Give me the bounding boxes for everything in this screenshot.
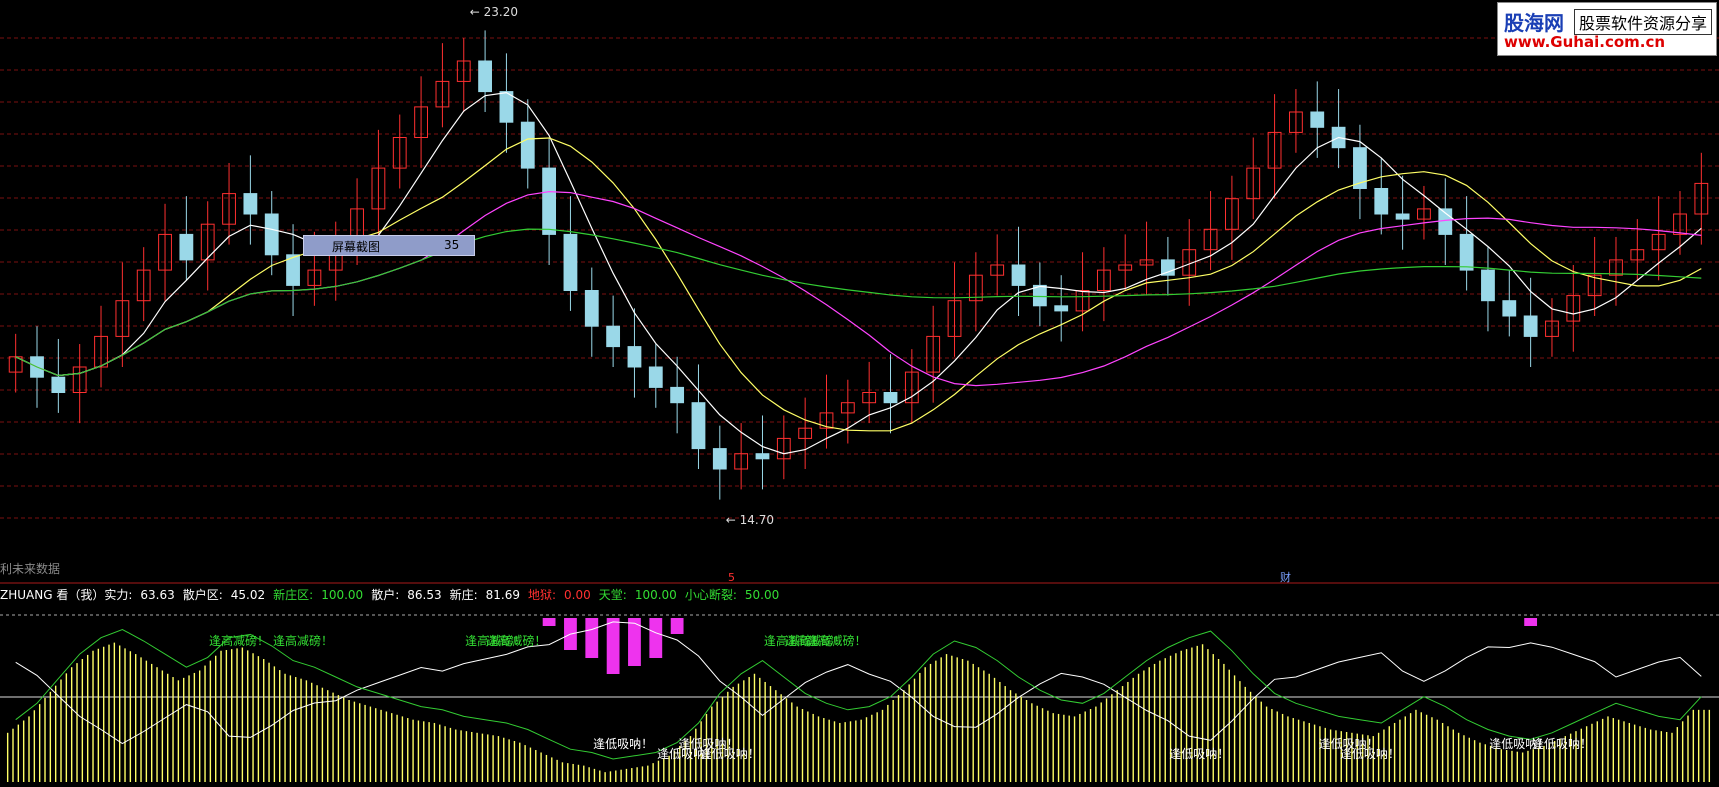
candle-body [542,167,557,235]
brand-url: www.Guhai.com.cn [1504,33,1666,51]
buy-signal-label: 逢低吸呐！ [1532,737,1592,751]
screenshot-tooltip[interactable]: 屏幕截图 35 [303,235,475,256]
candle-body [1523,315,1538,337]
candle-body [883,392,898,404]
candle-body [755,453,770,460]
infobar-item: ZHUANG 看（我）实力: [0,588,133,602]
sell-signal-label: 逢高减磅！ [273,633,333,648]
candle-body [712,448,727,470]
infobar-value: 50.00 [744,588,780,602]
candle-body [670,386,685,404]
infobar-value: 86.53 [407,588,442,602]
infobar-value: 100.00 [321,588,364,602]
candle-body [1160,259,1175,276]
price-high-label: ← 23.20 [470,5,518,19]
candle-body [627,346,642,368]
lower-indicator-panel: 逢高减磅！ 逢高减磅！ 逢高减磅！逢高减磅！ 逢高减磅！逢高减磅！逢高减磅！逢低吸呐！… [6,618,1711,782]
indicator-infobar: ZHUANG 看（我）实力: 63.63 散户区: 45.02 新庄区: 100.00 散户… [0,586,787,603]
candle-body [606,325,621,348]
buy-signal-label: 逢低吸呐！ [593,737,653,751]
brand-logo: 股海网 股票软件资源分享 www.Guhai.com.cn [1497,2,1717,56]
date-marker: 财 [1280,570,1291,584]
price-low-label: ← 14.70 [726,513,774,527]
candle-body [691,402,706,450]
ma-line-ma10 [15,137,1702,432]
candle-body [584,290,599,327]
candles-group [8,30,1709,500]
candle-body [1310,111,1325,128]
buy-signal-label: 逢低吸呐！ [1169,747,1229,761]
infobar-item: 散户区: [182,588,223,602]
buy-signal-label: 逢低吸呐！ [1340,747,1400,761]
infobar-value: 45.02 [230,588,266,602]
candle-body [1481,269,1495,302]
candle-body [1459,233,1474,271]
sell-signal-label: 逢高减磅！ [209,633,269,648]
candle-body [264,213,279,256]
brand-tagline: 股票软件资源分享 [1574,9,1713,35]
buy-signal-label: 逢低吸呐！ [700,747,760,761]
candle-body [243,193,258,215]
infobar-value: 81.69 [485,588,520,602]
sell-signal-label: 逢高减磅！ [486,633,546,648]
infobar-item: 新庄区: [273,588,314,602]
candle-body [1374,188,1389,215]
candle-body [563,233,578,291]
candle-body [51,376,66,394]
infobar-item: 地狱: [528,588,557,602]
candle-body [179,233,194,261]
candle-body [648,366,663,388]
candle-body [520,121,535,169]
screenshot-value: 35 [444,238,460,252]
candle-body [1032,284,1047,307]
future-data-hint: 利未来数据 [0,562,61,576]
moving-average-lines [15,91,1702,455]
screenshot-label: 屏幕截图 [332,240,381,254]
candle-body [499,91,514,123]
ma-line-ma5 [15,91,1702,455]
sell-signal-label: 逢高减磅！ [806,633,866,648]
infobar-item: 小心断裂: [684,588,737,602]
date-marker: 5 [728,571,735,584]
infobar-item: 散户: [371,588,400,602]
candle-body [1011,264,1026,286]
infobar-item: 新庄: [449,588,478,602]
candle-body [478,60,492,93]
candle-body [1502,300,1517,317]
infobar-value: 0.00 [564,588,591,602]
infobar-item: 天堂: [598,588,627,602]
candle-body [1054,305,1069,312]
candle-body [1395,213,1410,220]
brand-name: 股海网 [1504,11,1564,35]
infobar-value: 63.63 [140,588,175,602]
infobar-value: 100.00 [634,588,677,602]
chart-canvas: ← 23.20← 14.705 财 逢高减磅！ 逢高减磅！ 逢高减磅！逢高减磅！ 逢高减… [0,5,1719,782]
